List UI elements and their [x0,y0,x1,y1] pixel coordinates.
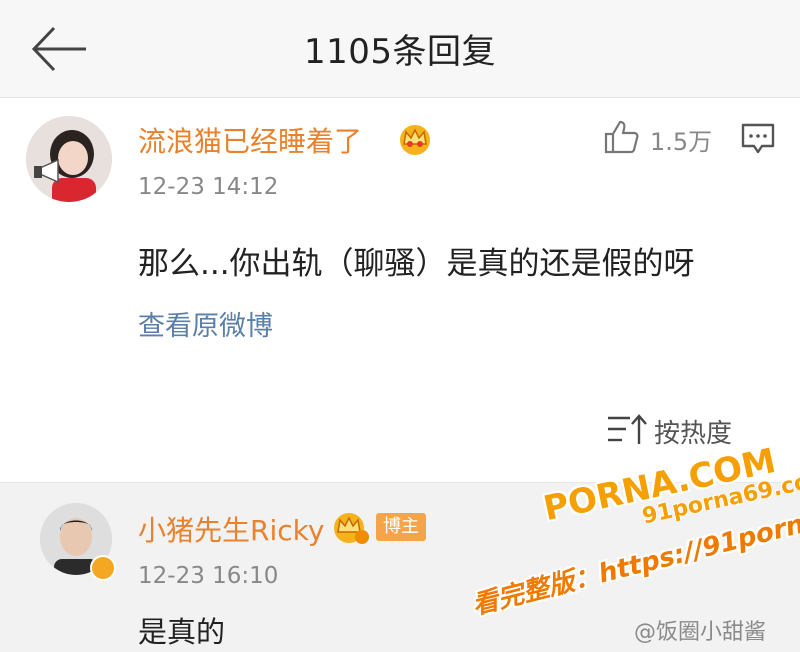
reply-text: 是真的 [138,615,226,649]
weibo-credit-watermark: @饭圈小甜酱 [634,620,767,645]
top-nav-bar: 1105条回复 [0,0,800,98]
like-button[interactable]: 1.5万 [602,116,720,160]
sort-icon [608,414,647,444]
crown-badge-icon [400,125,430,155]
reply-username[interactable]: 小猪先生Ricky [138,509,324,549]
thumbs-up-icon [604,120,639,154]
author-tag: 博主 [376,513,426,541]
page-title: 1105条回复 [303,32,497,72]
comment-timestamp: 12-23 14:12 [138,174,279,200]
avatar[interactable] [26,116,112,202]
reply-timestamp: 12-23 16:10 [138,563,279,589]
screen: 1105条回复 流浪猫已经睡着了 12-23 14:12 1.5万 那么...你… [0,0,800,652]
comment-text: 那么...你出轨（聊骚）是真的还是假的呀 [138,246,695,282]
comment-bubble-icon [741,123,775,154]
crown-badge-icon [334,513,369,544]
verified-badge-icon [90,555,116,581]
like-count: 1.5万 [650,128,713,156]
view-original-post-link[interactable]: 查看原微博 [138,304,273,343]
comment-card: 流浪猫已经睡着了 12-23 14:12 1.5万 那么...你出轨（聊骚）是真… [0,98,800,482]
reply-button[interactable] [740,122,776,156]
avatar-image [26,116,112,202]
comment-username[interactable]: 流浪猫已经睡着了 [138,120,362,160]
sort-label: 按热度 [654,419,733,449]
